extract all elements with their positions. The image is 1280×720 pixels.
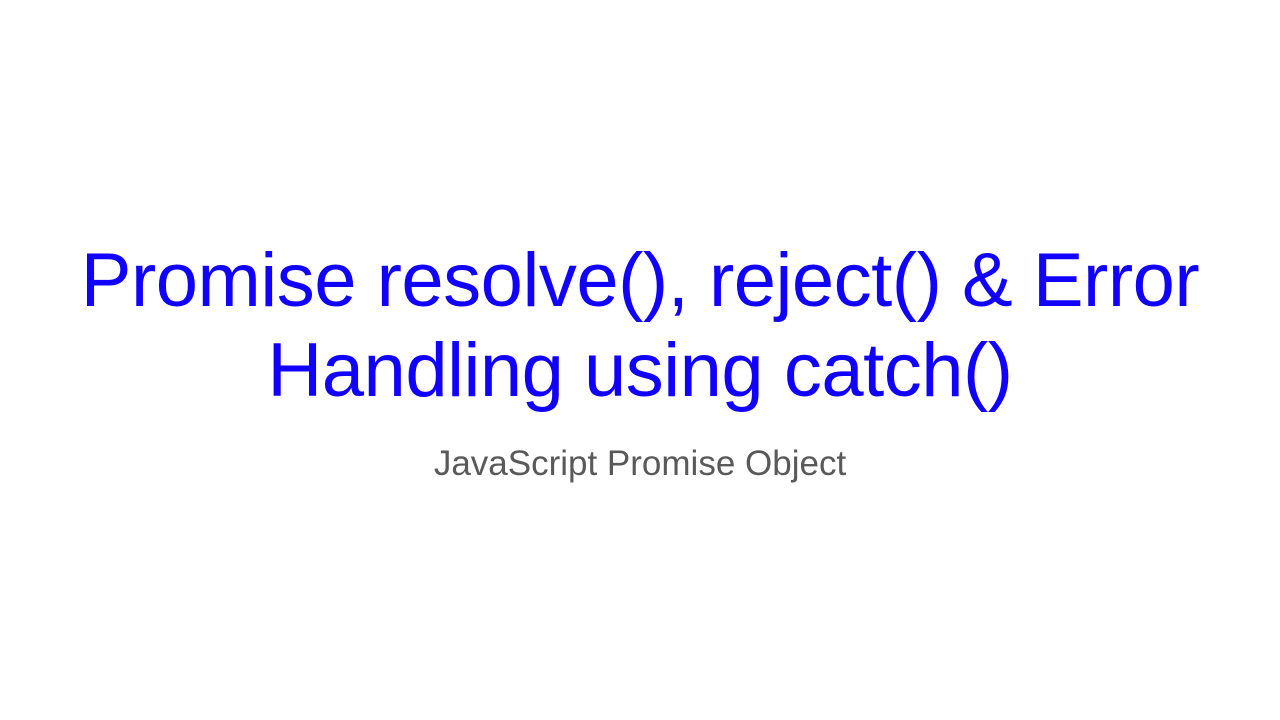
slide-container: Promise resolve(), reject() & Error Hand… [0,0,1280,720]
slide-subtitle: JavaScript Promise Object [434,444,846,484]
slide-title: Promise resolve(), reject() & Error Hand… [60,236,1220,415]
